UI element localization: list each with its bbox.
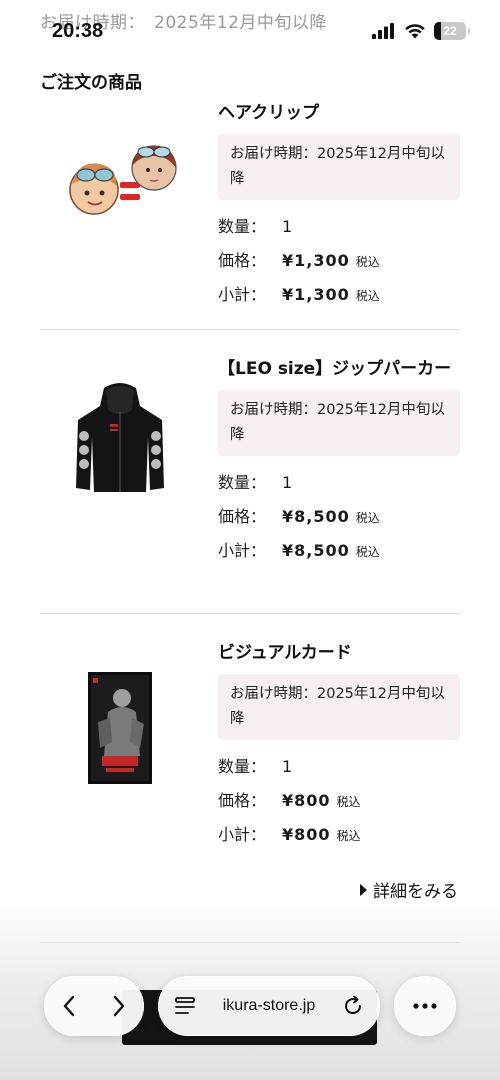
status-bar: 20:38 22 xyxy=(0,0,500,56)
subtotal-row: 小計： ¥8,500 税込 xyxy=(218,540,460,562)
price-row: 価格： ¥8,500 税込 xyxy=(218,506,460,528)
item-name[interactable]: ビジュアルカード xyxy=(218,638,460,668)
price-row: 価格： ¥1,300 税込 xyxy=(218,250,460,272)
price-row: 価格： ¥800 税込 xyxy=(218,790,460,812)
status-time: 20:38 xyxy=(52,20,104,42)
quantity-row: 数量： 1 xyxy=(218,756,460,778)
subtotal-row: 小計： ¥800 税込 xyxy=(218,824,460,846)
browser-nav-controls xyxy=(44,976,144,1036)
quantity-label: 数量： xyxy=(218,757,267,776)
zip-hoodie-product-image[interactable] xyxy=(40,370,200,510)
tabs-icon xyxy=(175,997,195,1014)
tax-included-label: 税込 xyxy=(336,829,361,843)
chevron-left-icon xyxy=(63,995,75,1017)
tax-included-label: 税込 xyxy=(355,511,380,525)
subtotal-row: 小計： ¥1,300 税込 xyxy=(218,284,460,306)
delivery-notice: お届け時期：2025年12月中旬以降 xyxy=(218,390,460,456)
subtotal-label: 小計： xyxy=(218,541,267,560)
back-button[interactable] xyxy=(61,994,77,1018)
chevron-right-icon xyxy=(113,995,125,1017)
more-options-button[interactable] xyxy=(394,976,456,1036)
cellular-signal-icon xyxy=(372,23,394,39)
quantity-label: 数量： xyxy=(218,217,267,236)
subtotal-value: ¥800 xyxy=(282,825,331,844)
url-text: ikura-store.jp xyxy=(222,997,316,1014)
reload-icon xyxy=(345,995,362,1015)
view-details-link[interactable]: 詳細をみる xyxy=(360,877,458,902)
item-name[interactable]: 【LEO size】ジップパーカー xyxy=(218,354,460,384)
tax-included-label: 税込 xyxy=(336,795,361,809)
triangle-right-icon xyxy=(360,883,367,896)
subtotal-value: ¥1,300 xyxy=(282,285,350,304)
delivery-notice: お届け時期：2025年12月中旬以降 xyxy=(218,674,460,740)
tax-included-label: 税込 xyxy=(355,289,380,303)
quantity-row: 数量： 1 xyxy=(218,216,460,238)
reload-button[interactable] xyxy=(342,995,364,1017)
subtotal-label: 小計： xyxy=(218,285,267,304)
price-value: ¥800 xyxy=(282,791,331,810)
view-details-label: 詳細をみる xyxy=(373,882,458,902)
address-bar[interactable]: ikura-store.jp xyxy=(158,976,380,1036)
price-value: ¥1,300 xyxy=(282,251,350,270)
item-name[interactable]: ヘアクリップ xyxy=(218,98,460,128)
battery-level-fill xyxy=(434,22,442,40)
subtotal-label: 小計： xyxy=(218,825,267,844)
battery-percent: 22 xyxy=(443,24,457,38)
item-divider xyxy=(40,329,460,330)
price-label: 価格： xyxy=(218,507,267,526)
section-title: ご注文の商品 xyxy=(40,73,142,93)
order-confirmation-screen: お届け時期： 2025年12月中旬以降 20:38 22 ご注文の商品 ヘアクリ… xyxy=(0,0,500,1080)
forward-button[interactable] xyxy=(111,994,127,1018)
battery-icon: 22 xyxy=(434,22,470,40)
tax-included-label: 税込 xyxy=(355,545,380,559)
tab-overview-button[interactable] xyxy=(174,996,196,1016)
price-label: 価格： xyxy=(218,791,267,810)
item-divider xyxy=(40,613,460,614)
visual-card-product-image[interactable] xyxy=(40,658,200,798)
quantity-value: 1 xyxy=(282,217,294,236)
quantity-label: 数量： xyxy=(218,473,267,492)
price-label: 価格： xyxy=(218,251,267,270)
status-icons: 22 xyxy=(372,22,470,40)
hair-clip-product-image[interactable] xyxy=(40,128,200,228)
wifi-icon xyxy=(405,24,425,39)
more-dots-icon xyxy=(413,1003,437,1009)
delivery-notice: お届け時期：2025年12月中旬以降 xyxy=(218,134,460,200)
subtotal-value: ¥8,500 xyxy=(282,541,350,560)
price-value: ¥8,500 xyxy=(282,507,350,526)
quantity-value: 1 xyxy=(282,473,294,492)
tax-included-label: 税込 xyxy=(355,255,380,269)
quantity-value: 1 xyxy=(282,757,294,776)
quantity-row: 数量： 1 xyxy=(218,472,460,494)
